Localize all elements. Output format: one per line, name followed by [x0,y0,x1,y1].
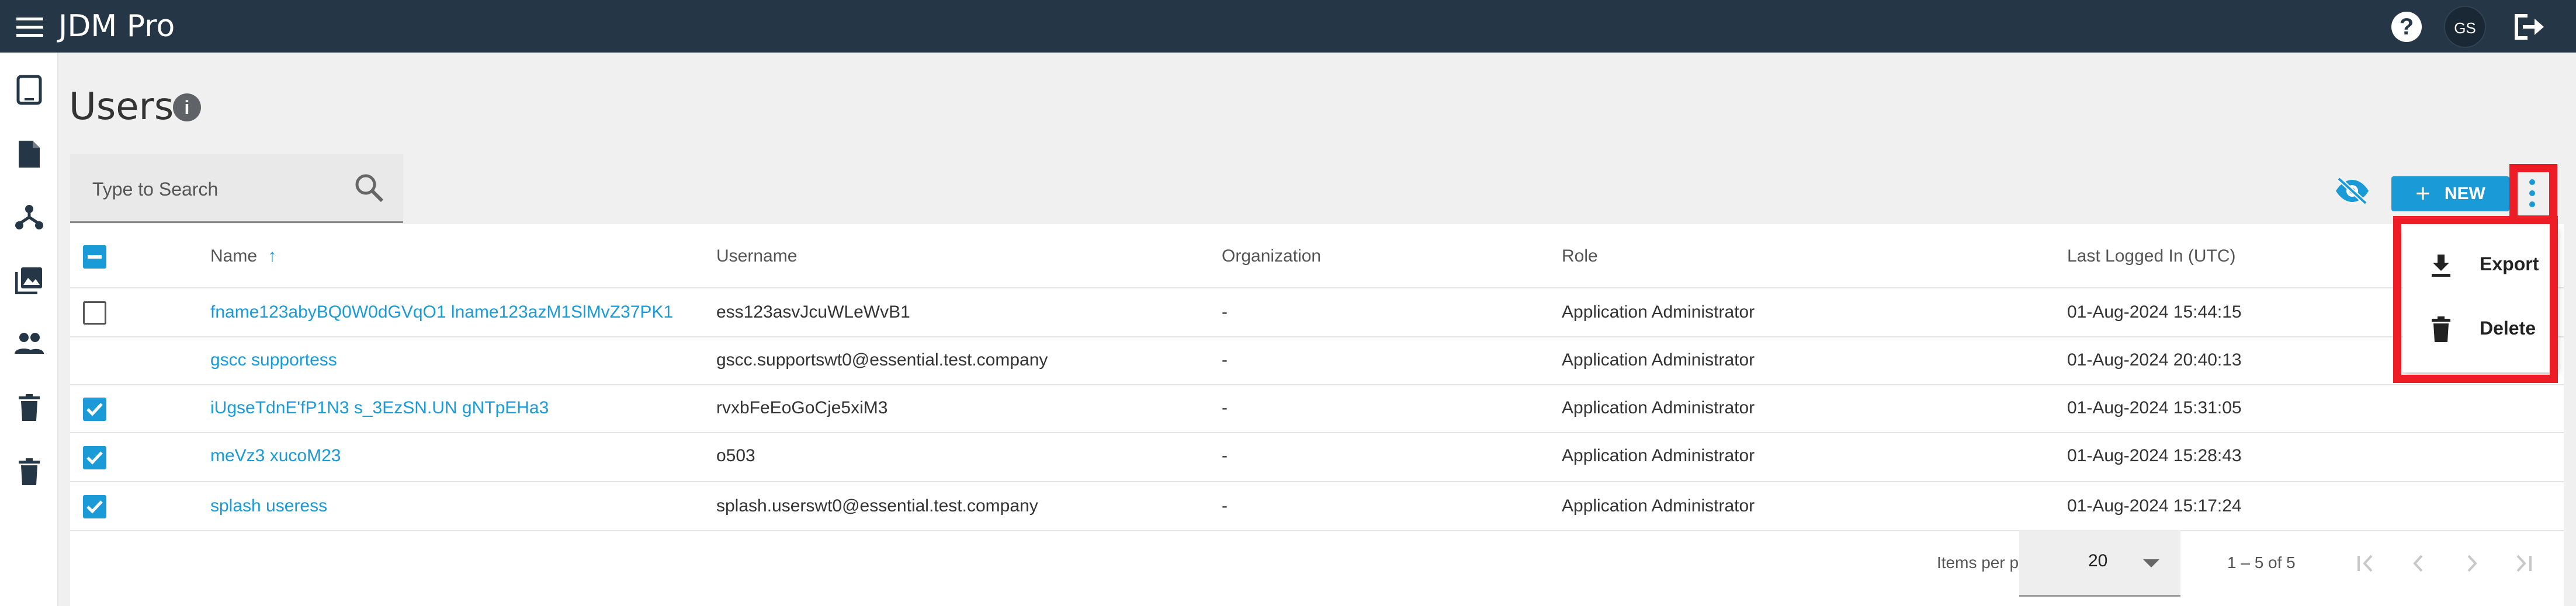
row-checkbox[interactable] [83,446,106,469]
table-row[interactable]: splash useress splash.userswt0@essential… [70,482,2564,531]
last-logged-in-cell: 01-Aug-2024 15:44:15 [2067,302,2242,322]
role-cell: Application Administrator [1562,446,1755,465]
new-button-label: NEW [2444,184,2485,203]
document-icon[interactable] [13,138,46,170]
last-logged-in-cell: 01-Aug-2024 15:28:43 [2067,446,2242,465]
organization-cell: - [1222,496,1228,516]
app-title: JDM Pro [58,9,175,44]
table-row[interactable]: fname123abyBQ0W0dGVqO1 lname123azM1SlMvZ… [70,288,2564,337]
users-icon[interactable] [13,327,46,360]
menu-item-label: Delete [2480,318,2536,339]
row-checkbox[interactable] [83,398,106,421]
search-input[interactable] [91,174,351,204]
organization-cell: - [1222,350,1228,370]
role-cell: Application Administrator [1562,496,1755,516]
hamburger-menu-icon[interactable] [16,16,43,37]
username-cell: splash.userswt0@essential.test.company [716,496,1038,516]
user-name-link[interactable]: fname123abyBQ0W0dGVqO1 lname123azM1SlMvZ… [210,302,673,322]
last-logged-in-cell: 01-Aug-2024 15:31:05 [2067,398,2242,417]
images-icon[interactable] [13,264,46,297]
trash-icon [2428,316,2454,342]
user-avatar[interactable]: GS [2444,6,2486,48]
last-page-icon[interactable] [2509,549,2539,578]
column-header-username[interactable]: Username [716,246,797,266]
last-logged-in-cell: 01-Aug-2024 15:17:24 [2067,496,2242,516]
row-checkbox[interactable] [83,495,106,518]
first-page-icon[interactable] [2350,549,2380,578]
hierarchy-icon[interactable] [13,201,46,234]
search-icon[interactable] [354,173,384,203]
organization-cell: - [1222,398,1228,417]
search-field [70,154,403,223]
user-name-link[interactable]: gscc supportess [210,350,337,370]
top-app-bar: JDM Pro ? GS [0,0,2576,53]
role-cell: Application Administrator [1562,398,1755,417]
column-header-organization[interactable]: Organization [1222,246,1321,266]
sort-ascending-icon: ↑ [268,246,277,266]
menu-item-export[interactable]: Export [2402,235,2557,293]
username-cell: rvxbFeEoGoCje5xiM3 [716,398,888,417]
new-user-button[interactable]: + NEW [2391,176,2509,211]
column-header-role[interactable]: Role [1562,246,1598,266]
column-header-name[interactable]: Name ↑ [210,246,276,266]
more-options-icon[interactable] [2517,174,2547,213]
role-cell: Application Administrator [1562,350,1755,370]
tablet-icon[interactable] [13,74,46,106]
page-size-value: 20 [2088,551,2108,570]
help-icon[interactable]: ? [2391,12,2422,42]
page-title: Users [69,85,174,128]
table-row[interactable]: gscc supportess gscc.supportswt0@essenti… [70,337,2564,385]
organization-cell: - [1222,446,1228,465]
visibility-off-icon[interactable] [2334,176,2370,206]
last-logged-in-cell: 01-Aug-2024 20:40:13 [2067,350,2242,370]
range-label: 1 – 5 of 5 [2227,553,2296,572]
download-icon [2428,252,2454,278]
user-name-link[interactable]: splash useress [210,496,327,516]
next-page-icon[interactable] [2457,549,2486,578]
info-icon[interactable]: i [173,93,201,121]
app-root: JDM Pro ? GS Users i Type to Search + NE… [0,0,2576,606]
table-header-row: Name ↑ Username Organization Role Last L… [70,224,2564,288]
username-cell: gscc.supportswt0@essential.test.company [716,350,1048,370]
username-cell: ess123asvJcuWLeWvB1 [716,302,910,322]
user-name-link[interactable]: meVz3 xucoM23 [210,446,341,466]
users-table: Name ↑ Username Organization Role Last L… [70,224,2564,606]
row-checkbox[interactable] [83,301,106,325]
sidebar-nav [0,53,58,606]
plus-icon: + [2415,179,2431,208]
user-name-link[interactable]: iUgseTdnE'fP1N3 s_3EzSN.UN gNTpEHa3 [210,398,549,418]
logout-icon[interactable] [2512,12,2545,42]
organization-cell: - [1222,302,1228,322]
trash-icon[interactable] [13,391,46,424]
role-cell: Application Administrator [1562,302,1755,322]
menu-item-delete[interactable]: Delete [2402,299,2557,357]
column-header-name-label: Name [210,246,258,266]
select-all-checkbox[interactable] [83,245,106,269]
previous-page-icon[interactable] [2404,549,2433,578]
column-header-last-logged-in[interactable]: Last Logged In (UTC) [2067,246,2235,266]
table-row[interactable]: iUgseTdnE'fP1N3 s_3EzSN.UN gNTpEHa3 rvxb… [70,385,2564,433]
more-options-menu: Export Delete [2402,225,2557,372]
username-cell: o503 [716,446,755,465]
chevron-down-icon [2143,559,2159,567]
table-row[interactable]: meVz3 xucoM23 o503 - Application Adminis… [70,433,2564,482]
menu-item-label: Export [2480,253,2539,274]
recycle-bin-icon[interactable] [13,455,46,488]
